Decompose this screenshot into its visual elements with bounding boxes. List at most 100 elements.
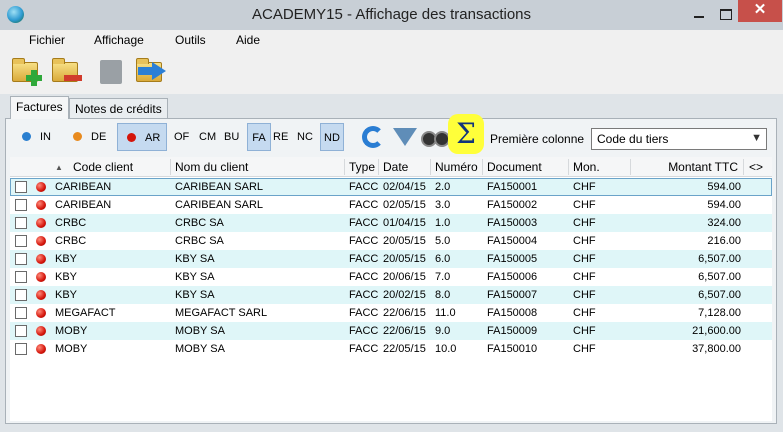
status-red-dot-icon [36,254,46,264]
table-header: ▲ Code client Nom du client Type Date Nu… [10,157,772,177]
header-client-name[interactable]: Nom du client [175,160,248,174]
cell-type: FACC [349,289,379,301]
search-button[interactable] [419,122,450,152]
filter-type-fa[interactable]: FA [247,123,271,151]
sort-ascending-icon[interactable]: ▲ [55,163,63,172]
row-checkbox[interactable] [15,253,27,265]
row-checkbox[interactable] [15,289,27,301]
status-red-dot-icon [36,308,46,318]
table-row[interactable]: CARIBEAN CARIBEAN SARL FACC 02/05/15 3.0 FA15… [10,196,772,214]
header-number[interactable]: Numéro [435,160,478,174]
cell-document: FA150004 [487,235,538,247]
cell-date: 22/05/15 [383,343,426,355]
filter-type-re[interactable]: RE [273,123,288,151]
filter-type-of[interactable]: OF [174,123,189,151]
cell-amount: 594.00 [707,199,741,211]
row-checkbox[interactable] [15,343,27,355]
cell-date: 20/06/15 [383,271,426,283]
row-checkbox[interactable] [15,199,27,211]
cell-client-name: MEGAFACT SARL [175,307,268,319]
filter-button[interactable] [389,122,419,152]
column-divider [743,159,744,175]
table-row[interactable]: CARIBEAN CARIBEAN SARL FACC 02/04/15 2.0 FA15… [10,178,772,196]
refresh-button[interactable] [358,122,388,152]
filter-type-cm[interactable]: CM [199,123,216,151]
cell-client-code: KBY [55,253,78,265]
cell-date: 20/05/15 [383,235,426,247]
document-icon [100,60,122,84]
disabled-document-button[interactable] [94,54,128,88]
cell-date: 01/04/15 [383,217,426,229]
row-checkbox[interactable] [15,271,27,283]
menu-affichage[interactable]: Affichage [94,33,144,47]
menu-fichier[interactable]: Fichier [29,33,65,47]
table-row[interactable]: MOBY MOBY SA FACC 22/05/15 10.0 FA150010 CHF 37… [10,340,772,358]
header-type[interactable]: Type [349,160,375,174]
cell-client-name: KBY SA [175,271,215,283]
header-client-code[interactable]: Code client [73,160,133,174]
filter-status-in[interactable]: IN [22,123,62,151]
cell-number: 10.0 [435,343,457,355]
cell-client-name: MOBY SA [175,343,225,355]
menu-bar: Fichier Affichage Outils Aide [0,30,783,50]
maximize-button[interactable] [712,5,738,23]
plus-icon [26,70,42,86]
tab-factures[interactable]: Factures [10,96,69,119]
menu-aide[interactable]: Aide [236,33,260,47]
filter-status-ar[interactable]: AR [117,123,167,151]
filter-status-de[interactable]: DE [73,123,113,151]
first-column-label: Première colonne [490,132,585,146]
table-row[interactable]: CRBC CRBC SA FACC 20/05/15 5.0 FA150004 CHF 216… [10,232,772,250]
delete-folder-button[interactable] [50,54,84,88]
cell-date: 02/05/15 [383,199,426,211]
cell-client-code: MEGAFACT [55,307,116,319]
header-currency[interactable]: Mon. [573,160,600,174]
table-row[interactable]: MOBY MOBY SA FACC 22/06/15 9.0 FA150009 CHF 21,… [10,322,772,340]
row-checkbox[interactable] [15,235,27,247]
row-checkbox[interactable] [15,181,27,193]
header-date[interactable]: Date [383,160,408,174]
cell-type: FACC [349,253,379,265]
export-button[interactable] [134,54,168,88]
table-row[interactable]: KBY KBY SA FACC 20/05/15 6.0 FA150005 CHF 6,507… [10,250,772,268]
minimize-button[interactable] [686,5,712,23]
toolbar [0,50,783,94]
cell-document: FA150003 [487,217,538,229]
cell-client-name: KBY SA [175,253,215,265]
header-document[interactable]: Document [487,160,542,174]
close-button[interactable]: ✕ [738,0,782,22]
refresh-icon [362,126,384,148]
table-row[interactable]: KBY KBY SA FACC 20/02/15 8.0 FA150007 CHF 6,507… [10,286,772,304]
blue-dot-icon [22,132,31,141]
cell-type: FACC [349,325,379,337]
table-row[interactable]: KBY KBY SA FACC 20/06/15 7.0 FA150006 CHF 6,507… [10,268,772,286]
table-row[interactable]: MEGAFACT MEGAFACT SARL FACC 22/06/15 11.0 FA1… [10,304,772,322]
filter-type-nd[interactable]: ND [320,123,344,151]
cell-currency: CHF [573,271,596,283]
cell-type: FACC [349,343,379,355]
column-divider [344,159,345,175]
first-column-select[interactable]: Code du tiers ▼ [591,128,767,150]
orange-dot-icon [73,132,82,141]
menu-outils[interactable]: Outils [175,33,206,47]
header-amount[interactable]: Montant TTC [635,160,738,174]
row-checkbox[interactable] [15,217,27,229]
row-checkbox[interactable] [15,307,27,319]
filter-type-nc[interactable]: NC [297,123,313,151]
header-expand[interactable]: <> [749,160,763,174]
cell-document: FA150002 [487,199,538,211]
cell-number: 11.0 [435,307,456,319]
tab-notes-de-credits[interactable]: Notes de crédits [69,98,168,120]
cell-number: 1.0 [435,217,451,229]
sum-button[interactable]: Σ [448,114,484,154]
table-row[interactable]: CRBC CRBC SA FACC 01/04/15 1.0 FA150003 CHF 324… [10,214,772,232]
filter-type-bu[interactable]: BU [224,123,239,151]
cell-number: 2.0 [435,181,451,193]
status-red-dot-icon [36,272,46,282]
row-checkbox[interactable] [15,325,27,337]
cell-client-code: KBY [55,289,78,301]
status-red-dot-icon [36,182,46,192]
status-red-dot-icon [36,200,46,210]
new-folder-button[interactable] [10,54,44,88]
column-divider [430,159,431,175]
